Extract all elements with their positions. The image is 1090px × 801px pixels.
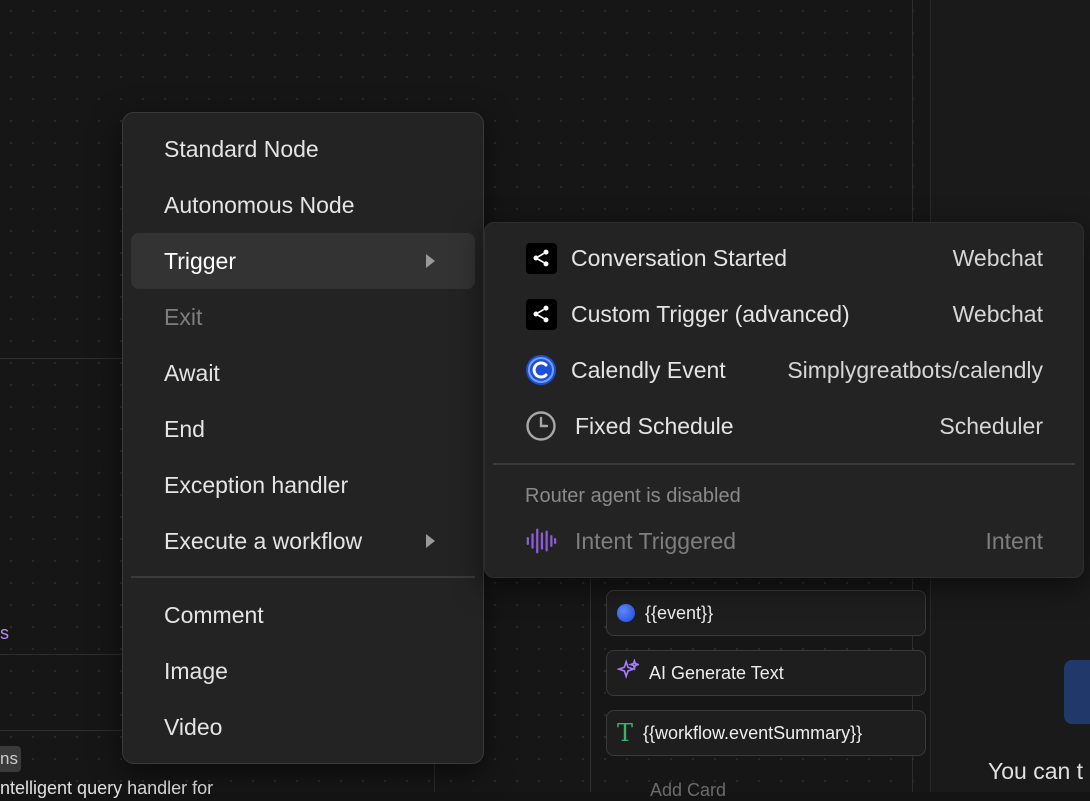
- sparkle-icon: [616, 658, 641, 687]
- canvas-divider-v2: [590, 576, 591, 792]
- submenu-item-fixed-schedule[interactable]: Fixed Schedule Scheduler: [485, 398, 1083, 454]
- menu-item-label: Exit: [164, 303, 203, 330]
- chevron-right-icon: [426, 254, 435, 268]
- card-ai-generate[interactable]: AI Generate Text: [606, 650, 926, 696]
- left-node-label: s: [0, 623, 9, 643]
- menu-divider: [131, 576, 475, 578]
- left-node-tag: ns: [0, 746, 21, 772]
- submenu-item-intent-triggered: Intent Triggered Intent: [485, 513, 1083, 569]
- menu-item-exception-handler[interactable]: Exception handler: [131, 457, 475, 513]
- submenu-item-label: Custom Trigger (advanced): [571, 300, 850, 327]
- canvas-divider-h3: [0, 730, 125, 731]
- menu-item-label: Comment: [164, 601, 264, 628]
- blue-dot-icon: [617, 604, 635, 622]
- menu-item-label: Await: [164, 359, 220, 386]
- menu-item-execute-workflow[interactable]: Execute a workflow: [131, 513, 475, 569]
- card-label: {{event}}: [645, 602, 714, 623]
- submenu-item-meta: Intent: [985, 527, 1043, 554]
- share-icon: [525, 298, 557, 330]
- menu-item-label: Trigger: [164, 247, 236, 274]
- menu-item-label: Standard Node: [164, 135, 319, 162]
- panel-button[interactable]: [1064, 660, 1090, 724]
- menu-item-standard-node[interactable]: Standard Node: [131, 121, 475, 177]
- menu-item-label: Autonomous Node: [164, 191, 355, 218]
- text-icon: T: [617, 719, 634, 747]
- submenu-item-meta: Simplygreatbots/calendly: [787, 356, 1043, 383]
- submenu-item-label: Fixed Schedule: [575, 412, 734, 439]
- menu-item-label: Exception handler: [164, 471, 349, 498]
- submenu-item-conversation-started[interactable]: Conversation Started Webchat: [485, 230, 1083, 286]
- canvas-divider-h2: [0, 654, 125, 655]
- menu-item-image[interactable]: Image: [131, 643, 475, 699]
- menu-item-exit: Exit: [131, 289, 475, 345]
- submenu-item-label: Conversation Started: [571, 244, 788, 271]
- context-menu: Standard Node Autonomous Node Trigger Ex…: [122, 112, 484, 764]
- router-disabled-note: Router agent is disabled: [525, 485, 741, 507]
- menu-item-video[interactable]: Video: [131, 699, 475, 755]
- waveform-icon: [525, 525, 557, 557]
- share-icon: [525, 242, 557, 274]
- clock-icon: [525, 410, 557, 442]
- submenu-item-meta: Webchat: [952, 244, 1043, 271]
- menu-item-autonomous-node[interactable]: Autonomous Node: [131, 177, 475, 233]
- submenu-divider: [493, 463, 1075, 465]
- add-card-button[interactable]: Add Card: [650, 780, 726, 801]
- left-node-description: ntelligent query handler for: [0, 778, 214, 798]
- chevron-right-icon: [426, 534, 435, 548]
- submenu-item-meta: Webchat: [952, 300, 1043, 327]
- menu-item-trigger[interactable]: Trigger: [131, 233, 475, 289]
- submenu-item-calendly-event[interactable]: Calendly Event Simplygreatbots/calendly: [485, 342, 1083, 398]
- submenu-item-custom-trigger[interactable]: Custom Trigger (advanced) Webchat: [485, 286, 1083, 342]
- card-label: AI Generate Text: [649, 662, 784, 683]
- submenu-item-meta: Scheduler: [939, 412, 1043, 439]
- panel-text: You can t: [988, 758, 1084, 784]
- menu-item-label: Execute a workflow: [164, 527, 363, 554]
- card-label: {{workflow.eventSummary}}: [643, 722, 863, 743]
- calendly-icon: [525, 354, 557, 386]
- menu-item-label: Image: [164, 657, 228, 684]
- submenu-item-label: Intent Triggered: [575, 527, 737, 554]
- canvas-divider-h: [0, 358, 125, 359]
- card-event-summary[interactable]: T {{workflow.eventSummary}}: [606, 710, 926, 756]
- menu-item-await[interactable]: Await: [131, 345, 475, 401]
- menu-item-label: Video: [164, 713, 223, 740]
- menu-item-label: End: [164, 415, 205, 442]
- canvas-divider-v4: [434, 762, 435, 792]
- trigger-submenu: Conversation Started Webchat Custom Trig…: [484, 222, 1084, 578]
- menu-item-end[interactable]: End: [131, 401, 475, 457]
- canvas-divider-v: [912, 0, 913, 222]
- submenu-item-label: Calendly Event: [571, 356, 726, 383]
- card-event[interactable]: {{event}}: [606, 590, 926, 636]
- menu-item-comment[interactable]: Comment: [131, 587, 475, 643]
